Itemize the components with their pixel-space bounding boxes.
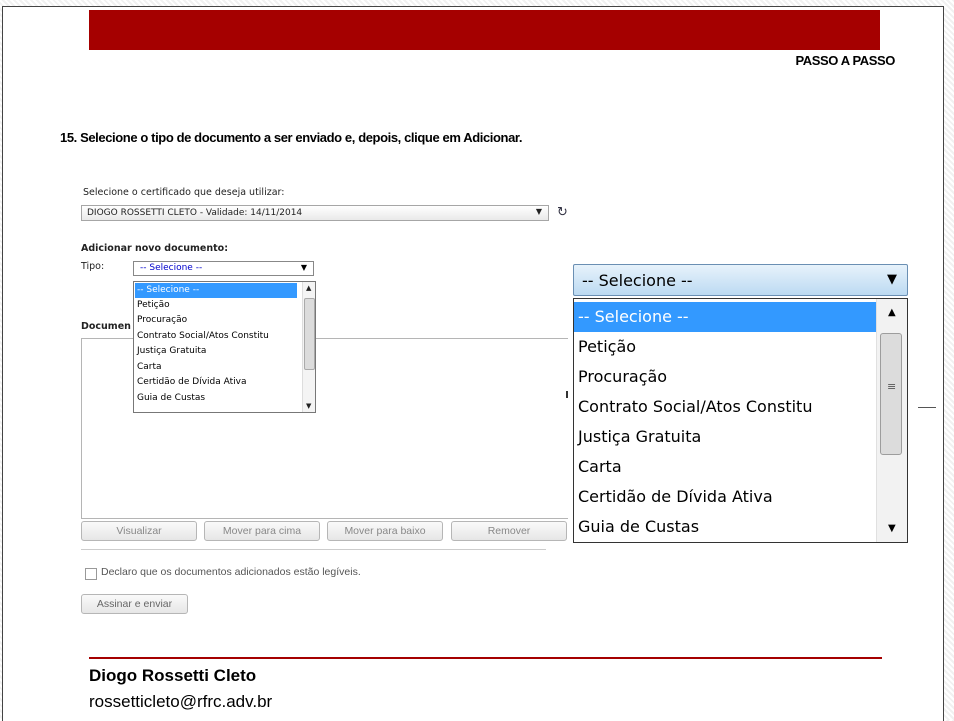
- remove-button[interactable]: Remover: [451, 521, 567, 541]
- instruction-text: 15. Selecione o tipo de documento a ser …: [60, 130, 523, 145]
- section-label: PASSO A PASSO: [795, 53, 895, 68]
- tipo-select[interactable]: -- Selecione -- ▼: [133, 261, 314, 276]
- sign-and-send-button[interactable]: Assinar e enviar: [81, 594, 188, 614]
- scroll-thumb[interactable]: ≡: [880, 333, 902, 455]
- tipo-option-carta[interactable]: Carta: [135, 360, 297, 375]
- scroll-down-icon[interactable]: ▼: [306, 402, 311, 410]
- certificate-value: DIOGO ROSSETTI CLETO - Validade: 14/11/2…: [87, 208, 303, 218]
- certificate-label: Selecione o certificado que deseja utili…: [83, 187, 285, 198]
- chevron-down-icon: ▼: [887, 272, 897, 287]
- chevron-down-icon: ▼: [300, 263, 307, 272]
- zoomed-option-selecione[interactable]: -- Selecione --: [574, 302, 876, 332]
- tipo-option-peticao[interactable]: Petição: [135, 298, 297, 313]
- zoomed-list-scrollbar[interactable]: ▲ ≡ ▼: [876, 299, 907, 542]
- move-down-button[interactable]: Mover para baixo: [327, 521, 443, 541]
- author-email: rossetticleto@rfrc.adv.br: [89, 692, 273, 711]
- tipo-list-scrollbar[interactable]: ▲ ▼: [302, 282, 315, 412]
- form-screenshot: Selecione o certificado que deseja utili…: [63, 177, 611, 632]
- zoomed-select-value: -- Selecione --: [582, 271, 693, 290]
- certificate-select[interactable]: DIOGO ROSSETTI CLETO - Validade: 14/11/2…: [81, 205, 549, 221]
- zoomed-dropdown: -- Selecione -- ▼ -- Selecione -- Petiçã…: [568, 252, 918, 549]
- tipo-options-list[interactable]: -- Selecione -- Petição Procuração Contr…: [133, 281, 316, 413]
- add-document-heading: Adicionar novo documento:: [81, 243, 228, 254]
- tipo-option-contrato-social[interactable]: Contrato Social/Atos Constitu: [135, 329, 297, 344]
- scroll-thumb[interactable]: [304, 298, 315, 370]
- move-up-button[interactable]: Mover para cima: [204, 521, 320, 541]
- chevron-down-icon: ▼: [535, 207, 542, 216]
- tipo-option-justica-gratuita[interactable]: Justiça Gratuita: [135, 344, 297, 359]
- tipo-option-guia-custas[interactable]: Guia de Custas: [135, 391, 297, 406]
- divider: [81, 549, 546, 550]
- zoomed-option-peticao[interactable]: Petição: [574, 332, 876, 362]
- zoomed-options-list[interactable]: -- Selecione -- Petição Procuração Contr…: [573, 298, 908, 543]
- tipo-option-procuracao[interactable]: Procuração: [135, 313, 297, 328]
- documents-label: Documen: [81, 321, 131, 332]
- declare-checkbox[interactable]: [85, 568, 97, 580]
- tipo-option-certidao[interactable]: Certidão de Dívida Ativa: [135, 375, 297, 390]
- author-name: Diogo Rossetti Cleto: [89, 666, 257, 685]
- tipo-option-selecione[interactable]: -- Selecione --: [135, 283, 297, 298]
- tipo-value: -- Selecione --: [140, 263, 203, 273]
- declare-label: Declaro que os documentos adicionados es…: [101, 566, 361, 578]
- header-bar: [89, 10, 880, 50]
- zoomed-option-carta[interactable]: Carta: [574, 452, 876, 482]
- zoomed-option-certidao[interactable]: Certidão de Dívida Ativa: [574, 482, 876, 512]
- scroll-up-icon[interactable]: ▲: [888, 307, 896, 318]
- zoom-connector-line: [918, 407, 936, 408]
- zoomed-tipo-select[interactable]: -- Selecione -- ▼: [573, 264, 908, 296]
- zoomed-option-guia-custas[interactable]: Guia de Custas: [574, 512, 876, 542]
- zoomed-option-contrato-social[interactable]: Contrato Social/Atos Constitu: [574, 392, 876, 422]
- grip-icon: ≡: [887, 380, 897, 393]
- view-button[interactable]: Visualizar: [81, 521, 197, 541]
- refresh-icon[interactable]: ↻: [557, 205, 568, 220]
- zoomed-option-justica-gratuita[interactable]: Justiça Gratuita: [574, 422, 876, 452]
- scroll-down-icon[interactable]: ▼: [888, 523, 896, 534]
- footer-rule: [89, 657, 882, 659]
- zoomed-option-procuracao[interactable]: Procuração: [574, 362, 876, 392]
- scroll-up-icon[interactable]: ▲: [306, 284, 311, 292]
- tipo-label: Tipo:: [81, 261, 105, 272]
